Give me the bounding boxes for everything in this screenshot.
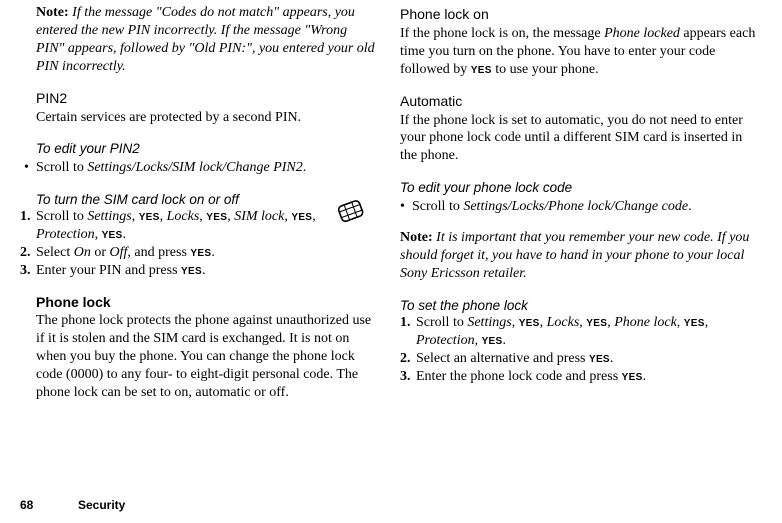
heading-phone-lock-on: Phone lock on (400, 6, 756, 24)
body-automatic: If the phone lock is set to automatic, y… (400, 112, 756, 166)
heading-automatic: Automatic (400, 93, 756, 111)
section-title: Security (78, 498, 125, 512)
bullet-edit-pin2: • Scroll to Settings/Locks/SIM lock/Chan… (36, 159, 376, 177)
heading-set-phone-lock: To set the phone lock (400, 297, 756, 314)
heading-phone-lock: Phone lock (36, 294, 376, 312)
body-phone-lock: The phone lock protects the phone agains… (36, 312, 376, 402)
body-pin2: Certain services are protected by a seco… (36, 109, 376, 127)
step-set-2: 2. Select an alternative and press YES. (416, 350, 756, 368)
body-phone-lock-on: If the phone lock is on, the message Pho… (400, 25, 756, 79)
heading-sim-lock: To turn the SIM card lock on or off (36, 191, 376, 208)
step-set-3: 3. Enter the phone lock code and press Y… (416, 368, 756, 386)
step-sim-3: 3. Enter your PIN and press YES. (36, 262, 376, 280)
step-set-1: 1. Scroll to Settings, YES, Locks, YES, … (416, 314, 756, 350)
note-remember-code: Note: It is important that you remember … (400, 229, 756, 283)
page-footer: 68Security (20, 498, 125, 512)
heading-edit-phone-lock-code: To edit your phone lock code (400, 179, 756, 196)
note-pin: Note: If the message "Codes do not match… (36, 4, 376, 76)
heading-pin2: PIN2 (36, 90, 376, 108)
page-number: 68 (20, 498, 78, 512)
sim-card-icon (332, 193, 370, 231)
step-sim-2: 2. Select On or Off, and press YES. (36, 244, 376, 262)
bullet-edit-code: • Scroll to Settings/Locks/Phone lock/Ch… (400, 198, 756, 216)
step-sim-1: 1. Scroll to Settings, YES, Locks, YES, … (36, 208, 322, 244)
heading-edit-pin2: To edit your PIN2 (36, 140, 376, 157)
